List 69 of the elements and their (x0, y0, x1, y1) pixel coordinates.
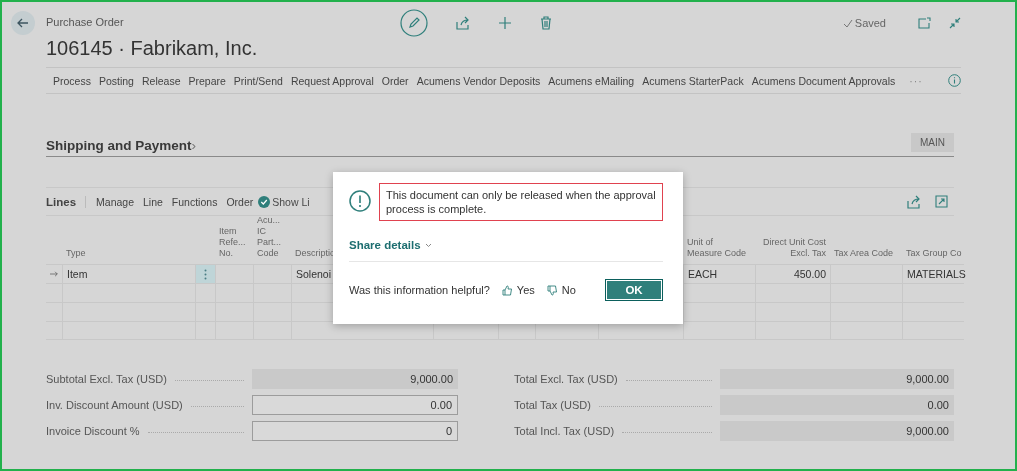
back-icon[interactable] (10, 10, 36, 36)
action-menu-item[interactable]: Posting (95, 74, 137, 87)
action-menu-item[interactable]: Acumens Document Approvals (748, 74, 899, 87)
ok-button[interactable]: OK (605, 279, 663, 301)
table-cell: MATERIALS (902, 264, 964, 283)
more-icon[interactable] (204, 268, 207, 280)
action-menu-item[interactable]: Release (138, 74, 184, 87)
page-caption: Purchase Order (46, 16, 125, 28)
main-button[interactable]: MAIN (911, 133, 954, 152)
lines-menu-item[interactable]: Manage (92, 195, 138, 208)
lines-menu-item[interactable]: Functions (167, 195, 222, 208)
amount-field: 9,000.00 (252, 369, 459, 389)
share-icon[interactable] (907, 194, 921, 209)
chevron-down-icon[interactable] (424, 242, 432, 248)
action-menu-item[interactable]: Acumens Vendor Deposits (413, 74, 544, 87)
column-header[interactable]: Unit of Measure Code (683, 216, 755, 264)
arrow-icon (50, 270, 58, 278)
no-button[interactable]: No (561, 284, 576, 296)
action-menu-item[interactable]: Print/Send (230, 74, 286, 87)
lines-title: Lines (46, 195, 87, 208)
alert-icon (349, 190, 371, 212)
thumbs-up-icon[interactable] (501, 284, 513, 296)
amount-field: 0.00 (720, 395, 954, 415)
lines-menu-item[interactable]: Order (222, 195, 258, 208)
delete-icon[interactable] (539, 16, 552, 30)
lines-menu-item[interactable]: Line (139, 195, 167, 208)
row-actions-button[interactable] (195, 264, 215, 283)
table-cell: 450.00 (755, 264, 830, 283)
action-menu-item[interactable]: Acumens eMailing (545, 74, 638, 87)
yes-button[interactable]: Yes (516, 284, 535, 296)
check-circle-icon (258, 195, 271, 208)
table-cell (683, 321, 755, 340)
action-menu-item[interactable]: Order (378, 74, 412, 87)
error-message: This document can only be released when the approval process is complete. (379, 183, 663, 221)
action-menu-item[interactable]: Process (50, 74, 94, 87)
amount-field: 9,000.00 (720, 369, 954, 389)
add-icon[interactable] (497, 16, 512, 30)
amount-field: 9,000.00 (720, 421, 954, 441)
total-label: Total Excl. Tax (USD) (514, 373, 618, 385)
total-label: Total Tax (USD) (514, 399, 591, 411)
show-lines-toggle[interactable]: Show Li (272, 195, 310, 208)
total-label: Total Incl. Tax (USD) (514, 425, 615, 437)
column-header[interactable]: Acu... IC Part... Code (253, 216, 291, 264)
page-title: 106145 · Fabrikam, Inc. (46, 37, 258, 60)
saved-status: Saved (854, 17, 886, 29)
section-title[interactable]: Shipping and Payment› (46, 138, 196, 156)
edit-icon[interactable] (399, 9, 428, 37)
feedback-question: Was this information helpful? (349, 284, 490, 296)
collapse-icon[interactable] (949, 17, 961, 29)
checkmark-icon (842, 18, 853, 28)
info-icon[interactable] (948, 74, 961, 87)
popout-icon[interactable] (918, 17, 931, 29)
share-details-link[interactable]: Share details (349, 239, 421, 251)
total-label: Invoice Discount % (46, 425, 140, 437)
column-header[interactable]: Tax Area Code (830, 216, 902, 264)
column-header[interactable]: Type (62, 216, 195, 264)
expand-icon[interactable] (935, 194, 948, 208)
share-icon[interactable] (455, 16, 470, 30)
action-menu-item[interactable]: Acumens StarterPack (639, 74, 747, 87)
total-label: Inv. Discount Amount (USD) (46, 399, 183, 411)
amount-input[interactable]: 0 (252, 421, 459, 441)
column-header[interactable]: Item Refe... No. (215, 216, 253, 264)
action-menu-item[interactable]: Request Approval (287, 74, 377, 87)
action-menu-item[interactable]: Prepare (185, 74, 229, 87)
column-header[interactable]: Tax Group Co (902, 216, 964, 264)
total-label: Subtotal Excl. Tax (USD) (46, 373, 167, 385)
thumbs-down-icon[interactable] (546, 284, 558, 296)
column-header[interactable]: Direct Unit Cost Excl. Tax (755, 216, 830, 264)
amount-input[interactable]: 0.00 (252, 395, 459, 415)
